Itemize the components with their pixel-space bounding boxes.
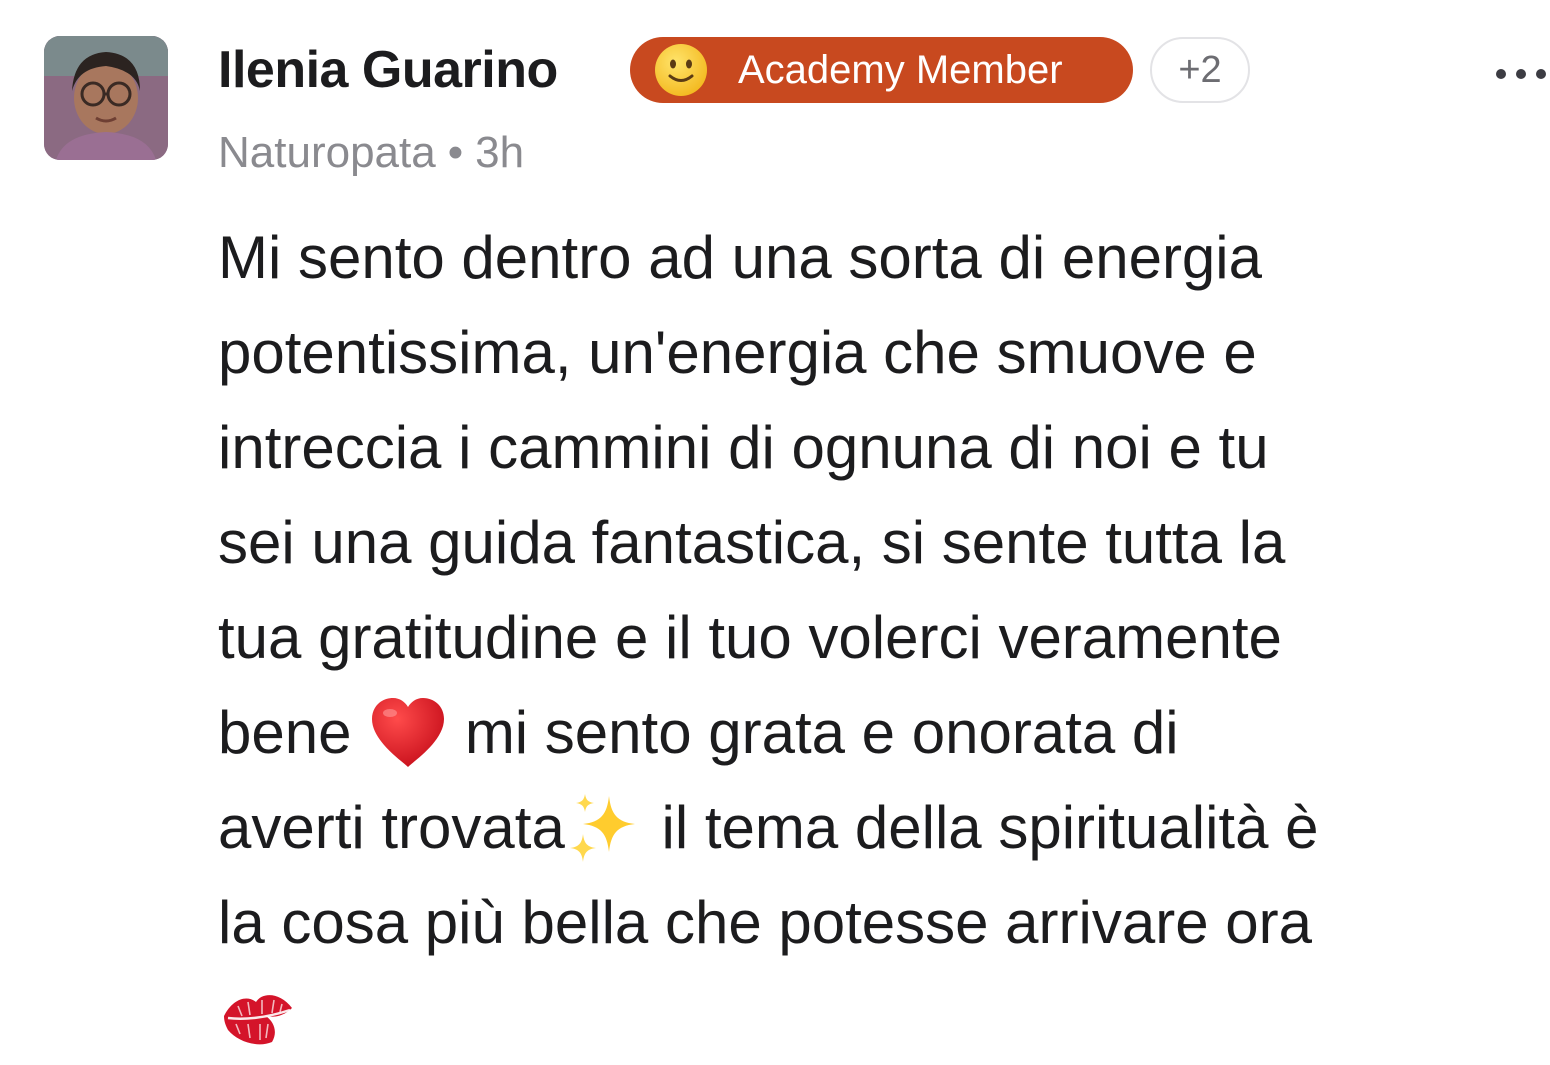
post-card: Ilenia Guarino Academy Member +2 Naturop… xyxy=(0,0,1550,1054)
sparkles-icon xyxy=(569,794,635,863)
post-text: il tema della spiritualità è xyxy=(644,794,1319,861)
author-role: Naturopata xyxy=(218,128,436,177)
more-badges-button[interactable]: +2 xyxy=(1150,37,1250,103)
kiss-mark-icon xyxy=(224,995,292,1045)
post-line: sei una guida fantastica, si sente tutta… xyxy=(218,509,1286,576)
meta-separator: • xyxy=(447,128,464,177)
post-time: 3h xyxy=(475,128,525,177)
menu-dot xyxy=(1516,69,1526,79)
slightly-smiling-face-icon xyxy=(655,44,707,96)
post-line: Mi sento dentro ad una sorta di energia xyxy=(218,224,1262,291)
post-line: tua gratitudine e il tuo volerci veramen… xyxy=(218,604,1282,671)
post-line: la cosa più bella che potesse arrivare o… xyxy=(218,889,1312,956)
post-text: averti trovata xyxy=(218,794,565,861)
post-line: averti trovata il tema della spiritualit… xyxy=(218,780,1538,875)
more-horizontal-icon[interactable] xyxy=(1496,66,1550,82)
post-line: bene mi sento grata e onorata di xyxy=(218,685,1538,780)
post-meta: Naturopata • 3h xyxy=(218,128,524,178)
post-text: bene xyxy=(218,699,369,766)
academy-member-badge[interactable]: Academy Member xyxy=(630,37,1133,103)
avatar-photo xyxy=(44,36,168,160)
post-line: potentissima, un'energia che smuove e xyxy=(218,319,1257,386)
badge-label: Academy Member xyxy=(738,47,1063,92)
author-name[interactable]: Ilenia Guarino xyxy=(218,40,558,100)
red-heart-icon xyxy=(372,698,445,768)
menu-dot xyxy=(1496,69,1506,79)
post-line xyxy=(218,970,1538,1065)
post-body: Mi sento dentro ad una sorta di energia … xyxy=(218,210,1538,1065)
menu-dot xyxy=(1536,69,1546,79)
post-line: intreccia i cammini di ognuna di noi e t… xyxy=(218,414,1269,481)
avatar[interactable] xyxy=(44,36,168,160)
post-text: mi sento grata e onorata di xyxy=(448,699,1179,766)
